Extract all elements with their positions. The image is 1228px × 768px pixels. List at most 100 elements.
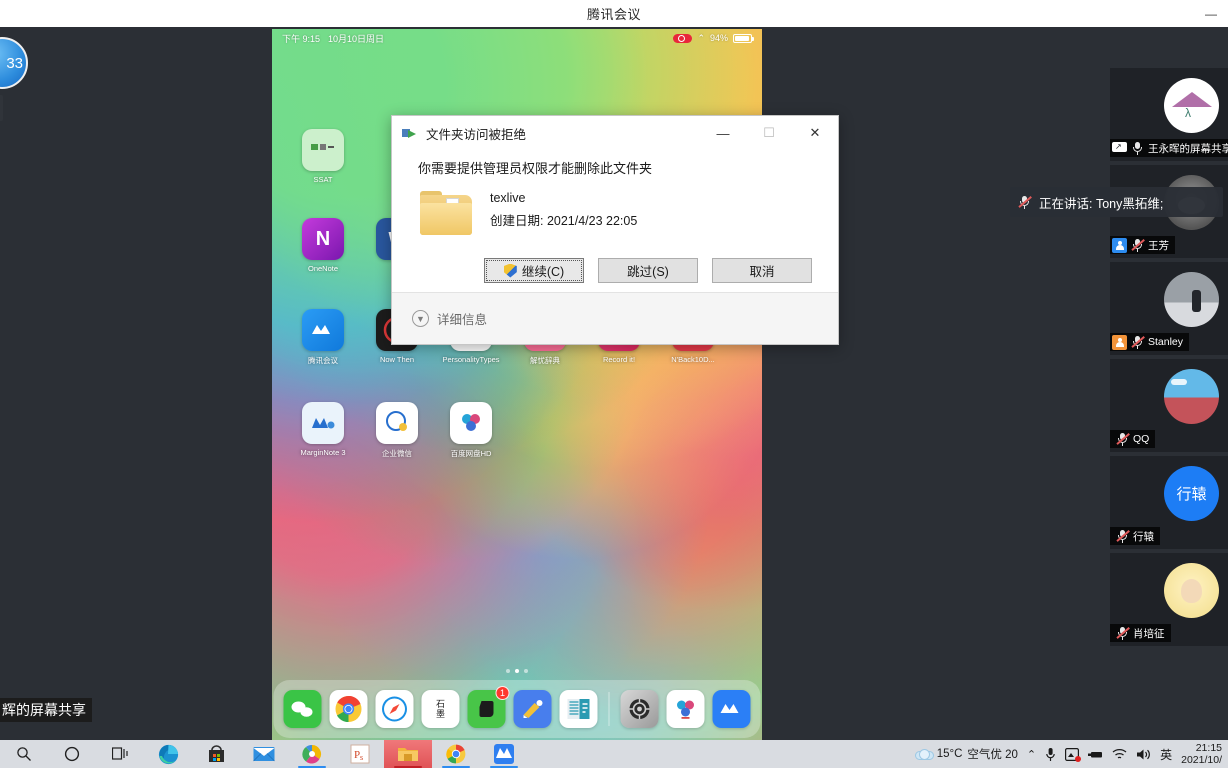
dialog-item-row: texlive 创建日期: 2021/4/23 22:05 [392, 177, 838, 237]
dialog-close-button[interactable]: ✕ [792, 116, 838, 150]
window-title: 腾讯会议 [586, 7, 641, 22]
cancel-button-label: 取消 [749, 265, 775, 279]
dialog-title-bar: 文件夹访问被拒绝 — ☐ ✕ [392, 116, 838, 150]
app-label: PersonalityTypes [442, 355, 500, 364]
file-explorer-icon[interactable] [384, 740, 432, 768]
floating-self-avatar[interactable]: 33 [0, 37, 28, 89]
wechat-icon[interactable] [283, 690, 322, 728]
edge-icon[interactable] [144, 740, 192, 768]
baidu-netdisk-icon[interactable] [666, 690, 705, 728]
volume-icon[interactable] [1136, 748, 1151, 761]
ipad-dock: 石墨 1 [273, 680, 761, 738]
avatar [1164, 563, 1219, 618]
participant-tile[interactable]: 肖培征 [1110, 553, 1228, 646]
task-view-icon[interactable] [96, 740, 144, 768]
tencent-meeting-icon[interactable] [712, 690, 751, 728]
app-wework[interactable]: 企业微信 [360, 402, 434, 459]
participant-tile[interactable]: QQ [1110, 359, 1228, 452]
shimo-icon[interactable]: 石墨 [421, 690, 460, 728]
goodnotes-icon[interactable] [559, 690, 598, 728]
participant-tile[interactable]: Stanley [1110, 262, 1228, 355]
cloud-icon [914, 748, 934, 760]
tencent-meeting-icon[interactable] [480, 740, 528, 768]
app-tencent-meeting[interactable]: 腾讯会议 [286, 309, 360, 366]
app-label: 腾讯会议 [308, 356, 338, 365]
chevron-up-icon[interactable]: ⌃ [1027, 748, 1036, 761]
cancel-button[interactable]: 取消 [712, 258, 812, 283]
powerpoint-icon[interactable]: Ps [336, 740, 384, 768]
avatar-initials: 行辕 [1164, 466, 1219, 521]
microsoft-store-icon[interactable] [192, 740, 240, 768]
speaking-toast: 正在讲话: Tony黑拓维; [1010, 187, 1223, 217]
evernote-icon[interactable]: 1 [467, 686, 510, 728]
photos-icon[interactable] [288, 740, 336, 768]
dock-divider [608, 692, 610, 726]
dialog-item-date: 创建日期: 2021/4/23 22:05 [490, 214, 638, 228]
ipad-status-bar: 下午 9:15 10月10日周日 ⌃ 94% [272, 29, 762, 47]
avatar [1164, 369, 1219, 424]
weather-air-quality: 空气优 20 [967, 749, 1018, 761]
participant-namebar: 王芳 [1110, 236, 1175, 254]
app-ssat[interactable]: SSAT [286, 129, 360, 184]
participant-namebar: Stanley [1110, 333, 1190, 351]
app-marginnote[interactable]: MarginNote 3 [286, 402, 360, 459]
participant-tile[interactable]: 行辕 行辕 [1110, 456, 1228, 549]
taskbar-clock[interactable]: 21:15 2021/10/ [1181, 742, 1222, 766]
participant-namebar: 肖培征 [1110, 624, 1171, 642]
mic-muted-icon [1116, 626, 1130, 640]
app-label: MarginNote 3 [300, 448, 346, 457]
participant-namebar: QQ [1110, 430, 1156, 448]
wifi-icon: ⌃ [697, 32, 705, 43]
skip-button-label: 跳过(S) [627, 265, 669, 279]
evernote-badge: 1 [495, 686, 510, 700]
wifi-icon[interactable] [1112, 748, 1127, 760]
dialog-details-label: 详细信息 [437, 313, 488, 327]
speaking-toast-text: 正在讲话: Tony黑拓维; [1039, 196, 1164, 211]
dialog-footer[interactable]: ▼ 详细信息 [392, 292, 838, 344]
ssat-icon [302, 129, 344, 171]
minimize-button[interactable]: — [1194, 0, 1228, 27]
weather-widget[interactable]: 15°C 空气优 20 [914, 746, 1018, 762]
window-title-bar: 腾讯会议 — [0, 0, 1228, 27]
safari-icon[interactable] [375, 690, 414, 728]
search-icon[interactable] [0, 740, 48, 768]
participant-strip: ↗ 王永晖的屏幕共享 王芳 Stanley [1105, 54, 1228, 740]
wework-icon [376, 402, 418, 444]
window-controls: — [1194, 0, 1228, 27]
usb-icon[interactable] [1088, 749, 1103, 760]
mail-icon[interactable] [240, 740, 288, 768]
svg-text:s: s [360, 753, 363, 762]
notability-icon[interactable] [513, 690, 552, 728]
baidu-netdisk-icon [450, 402, 492, 444]
clock-date: 2021/10/ [1181, 754, 1222, 766]
mic-muted-icon [1131, 238, 1145, 252]
person-icon [1112, 334, 1127, 350]
app-baidu-netdisk[interactable]: 百度网盘HD [434, 402, 508, 459]
screen-recording-icon[interactable] [1065, 747, 1082, 762]
continue-button[interactable]: 继续(C) [484, 258, 584, 283]
page-indicator [272, 669, 762, 673]
avatar [1164, 272, 1219, 327]
skip-button[interactable]: 跳过(S) [598, 258, 698, 283]
taskbar-items: Ps [0, 740, 528, 768]
folder-icon [420, 191, 474, 237]
participant-namebar: ↗ 王永晖的屏幕共享 [1110, 139, 1228, 157]
app-onenote[interactable]: N OneNote [286, 218, 360, 273]
chrome-icon[interactable] [432, 740, 480, 768]
avatar [1164, 78, 1219, 133]
participant-name: 王芳 [1148, 239, 1169, 252]
mic-muted-icon [1018, 195, 1032, 209]
marginnote-icon [302, 402, 344, 444]
dialog-minimize-button[interactable]: — [700, 116, 746, 150]
clock-time: 21:15 [1195, 742, 1222, 754]
meeting-stage: 33 中 辉的屏幕共享 下午 9:15 10月10日周日 ⌃ 94% [0, 27, 1228, 740]
cortana-icon[interactable] [48, 740, 96, 768]
chevron-down-icon: ▼ [412, 310, 429, 327]
settings-icon[interactable] [620, 690, 659, 728]
ime-indicator[interactable]: 英 [1160, 746, 1172, 763]
participant-tile[interactable]: ↗ 王永晖的屏幕共享 [1110, 68, 1228, 161]
continue-button-label: 继续(C) [521, 265, 565, 279]
chrome-icon[interactable] [329, 690, 368, 728]
microphone-icon[interactable] [1045, 747, 1056, 762]
dialog-maximize-button[interactable]: ☐ [746, 116, 792, 150]
